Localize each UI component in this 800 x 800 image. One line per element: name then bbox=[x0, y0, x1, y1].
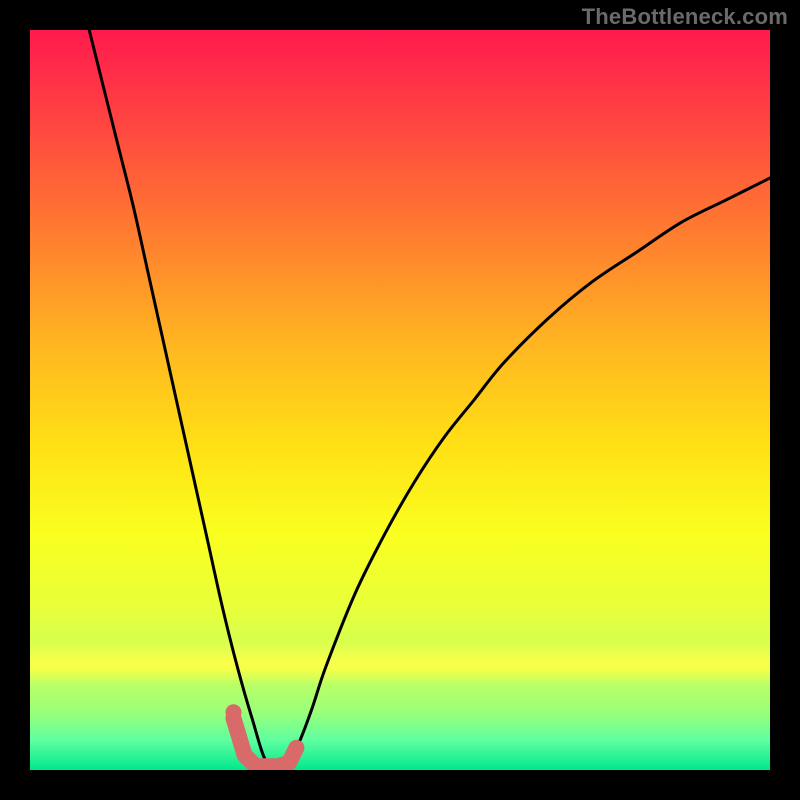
optimal-range-dot bbox=[226, 704, 242, 720]
bottleneck-curve bbox=[89, 30, 770, 767]
optimal-range-markers bbox=[226, 704, 297, 766]
optimal-range-line bbox=[234, 718, 297, 766]
chart-svg bbox=[30, 30, 770, 770]
plot-area bbox=[30, 30, 770, 770]
watermark-text: TheBottleneck.com bbox=[582, 4, 788, 30]
outer-frame: TheBottleneck.com bbox=[0, 0, 800, 800]
